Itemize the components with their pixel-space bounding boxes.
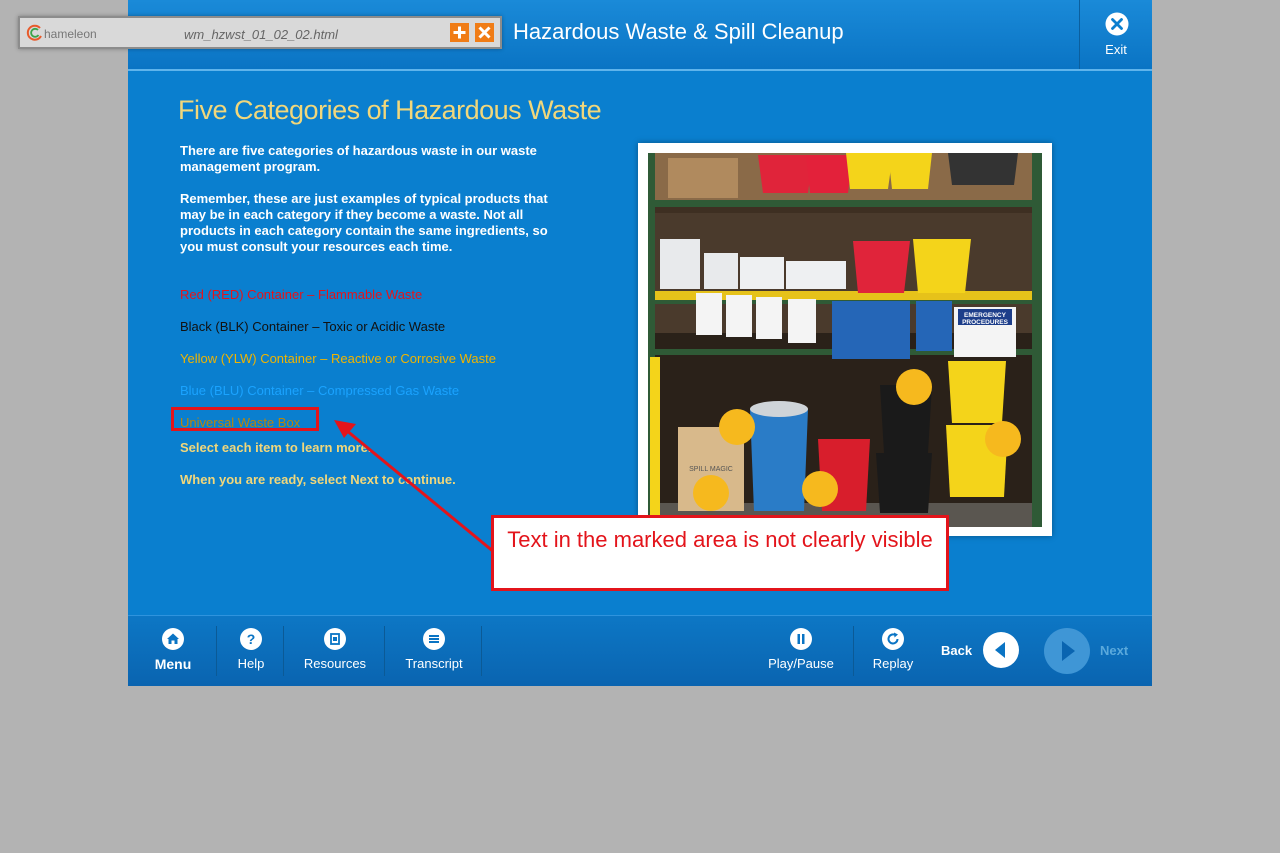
transcript-icon — [423, 628, 445, 650]
current-file-name: wm_hzwst_01_02_02.html — [184, 27, 338, 42]
transcript-label: Transcript — [405, 656, 463, 671]
expand-plus-icon[interactable] — [450, 23, 469, 42]
instruction-next: When you are ready, select Next to conti… — [180, 472, 456, 487]
category-blue-link[interactable]: Blue (BLU) Container – Compressed Gas Wa… — [180, 383, 459, 398]
annotation-highlight-box — [171, 407, 319, 431]
transcript-button[interactable]: Transcript — [394, 616, 474, 686]
emergency-sign-line2: PROCEDURES — [962, 319, 1009, 326]
help-button[interactable]: ? Help — [220, 616, 282, 686]
footer-divider — [283, 626, 284, 676]
chameleon-toolbar: hameleon wm_hzwst_01_02_02.html — [18, 16, 502, 49]
menu-button[interactable]: Menu — [142, 616, 204, 686]
footer-divider — [481, 626, 482, 676]
replay-button[interactable]: Replay — [866, 616, 920, 686]
player-footer: Menu ? Help Resources Transcript Play/Pa… — [128, 615, 1152, 686]
next-label[interactable]: Next — [1100, 643, 1128, 658]
play-pause-button[interactable]: Play/Pause — [763, 616, 839, 686]
storage-shelf-photo: EMERGENCY PROCEDURES SPILL MAGIC — [648, 153, 1042, 527]
hotspot-yellow-container[interactable] — [985, 421, 1021, 457]
footer-divider — [853, 626, 854, 676]
page-title: Five Categories of Hazardous Waste — [178, 95, 602, 125]
hotspot-red-container[interactable] — [719, 409, 755, 445]
resources-label: Resources — [303, 656, 367, 671]
home-icon — [162, 628, 184, 650]
back-button[interactable] — [980, 629, 1022, 671]
intro-paragraph-2: Remember, these are just examples of typ… — [180, 191, 548, 254]
svg-text:?: ? — [247, 631, 256, 647]
play-pause-label: Play/Pause — [768, 656, 834, 671]
exit-label: Exit — [1105, 42, 1127, 57]
exit-button[interactable]: Exit — [1079, 0, 1152, 69]
hotspot-universal-waste-box[interactable] — [693, 475, 729, 511]
annotation-callout: Text in the marked area is not clearly v… — [491, 515, 949, 591]
resources-button[interactable]: Resources — [296, 616, 374, 686]
menu-label: Menu — [154, 656, 192, 672]
course-title: Hazardous Waste & Spill Cleanup — [513, 19, 844, 44]
pause-icon — [790, 628, 812, 650]
intro-paragraph-1: There are five categories of hazardous w… — [180, 143, 537, 174]
instruction-select-items: Select each item to learn more. — [180, 440, 372, 455]
close-x-icon[interactable] — [475, 23, 494, 42]
close-circle-icon — [1105, 12, 1129, 36]
emergency-sign-line1: EMERGENCY — [964, 312, 1007, 319]
category-red-link[interactable]: Red (RED) Container – Flammable Waste — [180, 287, 422, 302]
replay-label: Replay — [872, 656, 914, 671]
resources-icon — [324, 628, 346, 650]
hotspot-black-container[interactable] — [896, 369, 932, 405]
hotspot-blue-container[interactable] — [802, 471, 838, 507]
help-label: Help — [237, 656, 265, 671]
chameleon-logo-text: hameleon — [44, 27, 97, 41]
photo-frame: EMERGENCY PROCEDURES SPILL MAGIC — [638, 143, 1052, 536]
help-icon: ? — [240, 628, 262, 650]
chameleon-logo-icon — [26, 24, 42, 41]
category-yellow-link[interactable]: Yellow (YLW) Container – Reactive or Cor… — [180, 351, 496, 366]
category-black-link[interactable]: Black (BLK) Container – Toxic or Acidic … — [180, 319, 445, 334]
intro-text: There are five categories of hazardous w… — [180, 143, 550, 271]
back-label[interactable]: Back — [941, 643, 972, 658]
replay-icon — [882, 628, 904, 650]
spill-box-label: SPILL MAGIC — [689, 466, 733, 473]
footer-divider — [384, 626, 385, 676]
footer-divider — [216, 626, 217, 676]
next-button[interactable] — [1044, 628, 1090, 674]
